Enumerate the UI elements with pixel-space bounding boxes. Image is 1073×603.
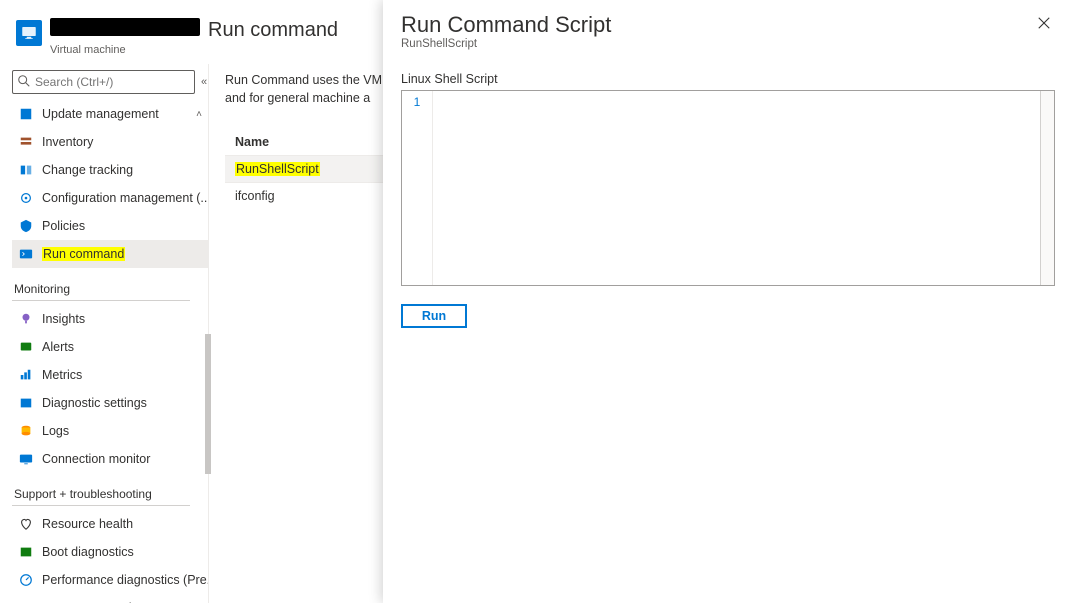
nav-item-run-command[interactable]: Run command <box>12 240 208 268</box>
editor-scrollbar[interactable] <box>1040 91 1054 285</box>
panel-title: Run Command Script <box>401 12 611 38</box>
diagnostic-icon <box>18 395 34 411</box>
perf-diag-icon <box>18 572 34 588</box>
nav-item-boot-diagnostics[interactable]: Boot diagnostics <box>12 538 208 566</box>
nav-item-resource-health[interactable]: Resource health <box>12 510 208 538</box>
change-tracking-icon <box>18 162 34 178</box>
run-button[interactable]: Run <box>401 304 467 328</box>
nav-item-reset-password[interactable]: Reset password <box>12 594 208 603</box>
connection-monitor-icon <box>18 451 34 467</box>
panel-subtitle: RunShellScript <box>401 38 611 50</box>
nav-item-logs[interactable]: Logs <box>12 417 208 445</box>
nav-item-insights[interactable]: Insights <box>12 305 208 333</box>
heart-icon <box>18 516 34 532</box>
editor-gutter: 1 <box>402 91 432 285</box>
nav-label: Metrics <box>42 368 82 382</box>
nav-label: Connection monitor <box>42 452 150 466</box>
nav-item-inventory[interactable]: Inventory <box>12 128 208 156</box>
nav-item-performance-diagnostics[interactable]: Performance diagnostics (Pre... <box>12 566 208 594</box>
nav-label: Boot diagnostics <box>42 545 134 559</box>
nav-label: Resource health <box>42 517 133 531</box>
vm-icon <box>16 20 42 46</box>
search-input[interactable] <box>31 75 190 89</box>
command-name: RunShellScript <box>235 162 320 176</box>
nav-list: Update management ˄ Inventory Change tra… <box>12 100 208 603</box>
update-icon <box>18 106 34 122</box>
nav-label: Alerts <box>42 340 74 354</box>
nav-item-change-tracking[interactable]: Change tracking <box>12 156 208 184</box>
nav-label: Diagnostic settings <box>42 396 147 410</box>
config-icon <box>18 190 34 206</box>
script-field-label: Linux Shell Script <box>401 72 1055 86</box>
script-editor[interactable]: 1 <box>401 90 1055 286</box>
search-box[interactable] <box>12 70 195 94</box>
alerts-icon <box>18 339 34 355</box>
nav-item-update-management[interactable]: Update management ˄ <box>12 100 208 128</box>
nav-label: Performance diagnostics (Pre... <box>42 573 208 587</box>
section-support: Support + troubleshooting <box>12 473 190 506</box>
run-command-icon <box>18 246 34 262</box>
sidebar: « Update management ˄ Inventory <box>0 64 208 603</box>
command-name: ifconfig <box>235 189 275 203</box>
nav-item-diagnostic-settings[interactable]: Diagnostic settings <box>12 389 208 417</box>
nav-label: Logs <box>42 424 69 438</box>
nav-item-configuration-management[interactable]: Configuration management (... <box>12 184 208 212</box>
chevron-up-icon: ˄ <box>196 109 202 120</box>
logs-icon <box>18 423 34 439</box>
search-icon <box>17 74 31 91</box>
vm-name-redacted <box>50 18 200 36</box>
nav-label: Policies <box>42 219 85 233</box>
policies-icon <box>18 218 34 234</box>
scrollbar-indicator[interactable] <box>205 334 211 474</box>
vm-subtitle: Virtual machine <box>50 44 338 56</box>
boot-diag-icon <box>18 544 34 560</box>
run-command-panel: Run Command Script RunShellScript Linux … <box>383 0 1073 603</box>
script-textarea[interactable] <box>432 91 1040 285</box>
nav-item-connection-monitor[interactable]: Connection monitor <box>12 445 208 473</box>
nav-label: Configuration management (... <box>42 191 208 205</box>
nav-item-alerts[interactable]: Alerts <box>12 333 208 361</box>
nav-item-metrics[interactable]: Metrics <box>12 361 208 389</box>
collapse-sidebar-button[interactable]: « <box>195 76 207 88</box>
nav-label: Change tracking <box>42 163 133 177</box>
nav-label: Insights <box>42 312 85 326</box>
nav-label: Run command <box>42 247 125 261</box>
nav-label: Inventory <box>42 135 93 149</box>
close-button[interactable] <box>1033 12 1055 37</box>
inventory-icon <box>18 134 34 150</box>
insights-icon <box>18 311 34 327</box>
metrics-icon <box>18 367 34 383</box>
nav-item-policies[interactable]: Policies <box>12 212 208 240</box>
page-title: Run command <box>208 19 338 42</box>
nav-label: Update management <box>42 107 159 121</box>
section-monitoring: Monitoring <box>12 268 190 301</box>
